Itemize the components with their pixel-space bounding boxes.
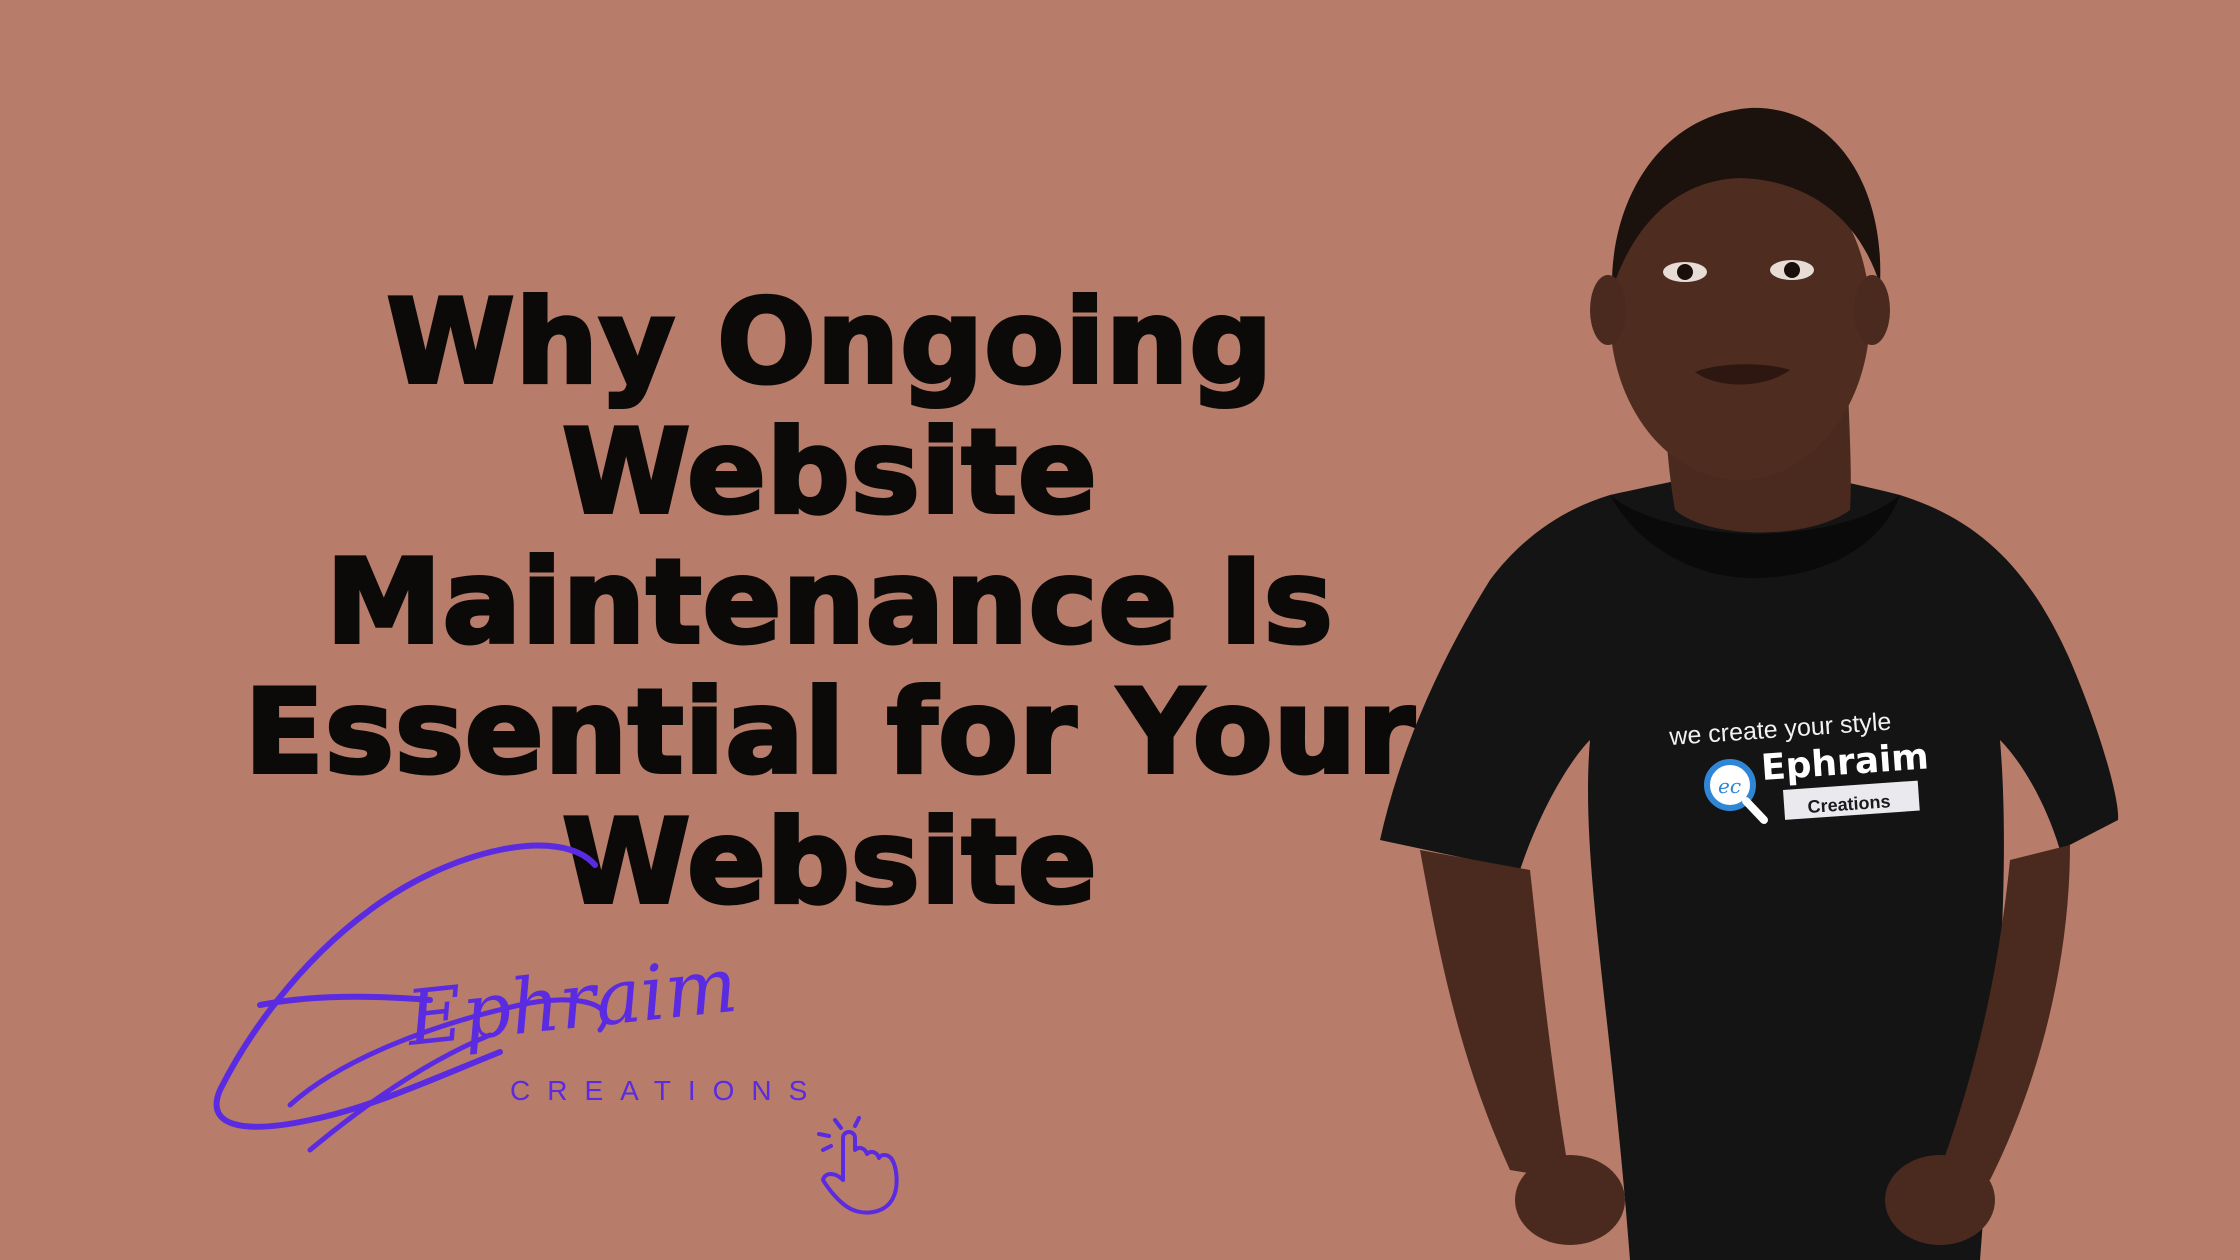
headline-line-1: Why Ongoing Website [385, 275, 1275, 540]
logo-script-text: Ephraim [401, 940, 742, 1063]
headline-line-2: Maintenance Is [324, 535, 1335, 670]
pointer-hand-icon [817, 1116, 899, 1215]
headline-line-3: Essential for Your [243, 665, 1417, 800]
person-photo: we create your style ec Ephraim Creation… [1380, 107, 2119, 1260]
shirt-monogram: ec [1718, 774, 1741, 798]
logo-subtitle: CREATIONS [510, 1075, 824, 1106]
brand-logo: Ephraim CREATIONS [213, 842, 899, 1215]
